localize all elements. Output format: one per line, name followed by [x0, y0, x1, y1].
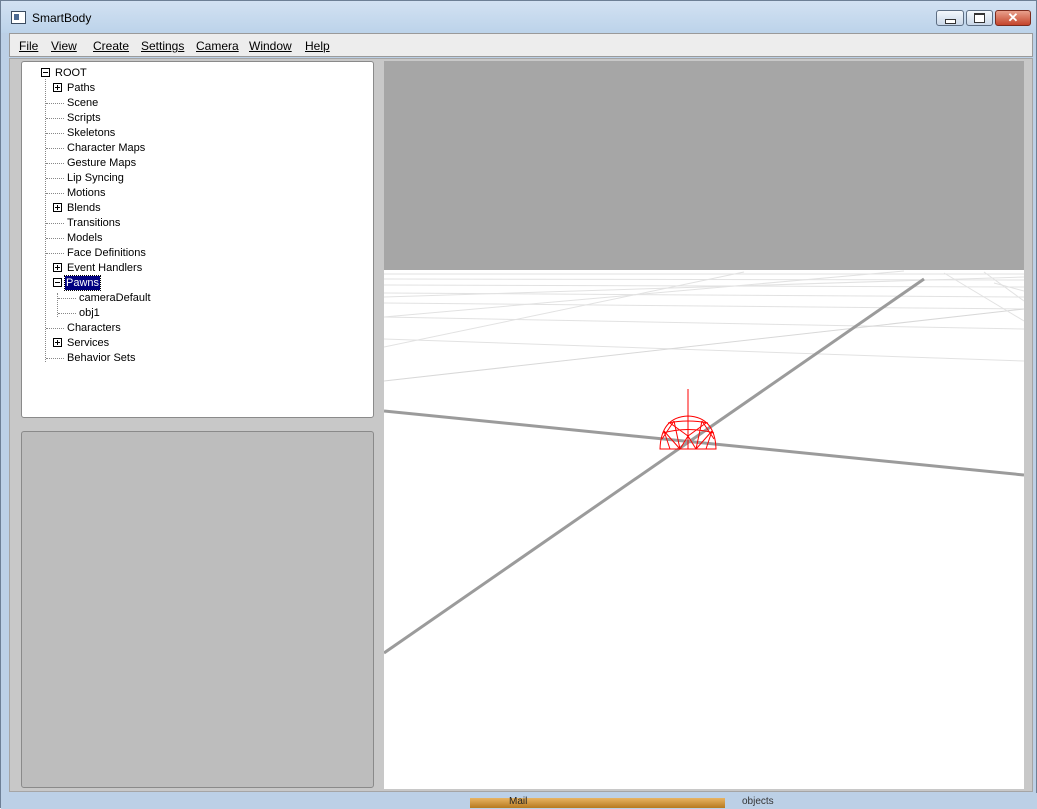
tree-node-event-handlers[interactable]: Event Handlers	[22, 261, 362, 276]
tree-connector	[46, 118, 64, 119]
tree-node-transitions[interactable]: Transitions	[22, 216, 362, 231]
tree-node-pawns[interactable]: Pawns	[22, 275, 362, 291]
tree-node-camera-default[interactable]: cameraDefault	[22, 291, 362, 306]
tree-connector	[46, 253, 64, 254]
desktop-text: objects	[742, 796, 774, 807]
tree-label: Scene	[67, 97, 99, 109]
close-icon: ✕	[1007, 10, 1019, 25]
tree-label: Scripts	[67, 112, 101, 124]
tree-connector	[46, 193, 64, 194]
tree-label: Transitions	[67, 217, 121, 229]
tree-connector	[46, 148, 64, 149]
tree-label: Gesture Maps	[67, 157, 137, 169]
sky-backdrop	[384, 61, 1024, 270]
menu-create[interactable]: Create	[93, 39, 129, 53]
tree-connector	[58, 298, 76, 299]
tree-connector	[46, 238, 64, 239]
tree-label: Skeletons	[67, 127, 116, 139]
tree-connector	[58, 313, 76, 314]
tree-connector	[46, 358, 64, 359]
expand-icon[interactable]	[53, 263, 62, 272]
tree-node-motions[interactable]: Motions	[22, 186, 362, 201]
tree-node-skeletons[interactable]: Skeletons	[22, 126, 362, 141]
tree-label: Behavior Sets	[67, 352, 136, 364]
maximize-icon	[974, 13, 985, 23]
tree-node-gesture-maps[interactable]: Gesture Maps	[22, 156, 362, 171]
tree-label: Event Handlers	[67, 262, 143, 274]
tree-label: Paths	[67, 82, 96, 94]
tree-node-blends[interactable]: Blends	[22, 201, 362, 216]
minimize-icon	[944, 18, 956, 24]
tree-node-lip-syncing[interactable]: Lip Syncing	[22, 171, 362, 186]
tree-label: Blends	[67, 202, 101, 214]
tree-label: Services	[67, 337, 110, 349]
tree-node-scene[interactable]: Scene	[22, 96, 362, 111]
main-client-area: ROOT Paths Scene Scripts Skeletons Chara…	[9, 58, 1033, 792]
tree-label: Face Definitions	[67, 247, 146, 259]
tree-label: Character Maps	[67, 142, 146, 154]
tree-connector	[46, 178, 64, 179]
scene-render	[384, 61, 1024, 789]
menu-view[interactable]: View	[51, 39, 77, 53]
expand-icon[interactable]	[53, 83, 62, 92]
tree-connector	[46, 223, 64, 224]
tree-label: Characters	[67, 322, 121, 334]
taskbar-button-label: Mail	[509, 796, 528, 807]
tree-label: obj1	[79, 307, 100, 319]
properties-panel[interactable]	[21, 431, 374, 788]
close-button[interactable]: ✕	[995, 10, 1031, 26]
tree-label: Models	[67, 232, 103, 244]
tree-node-root[interactable]: ROOT	[22, 66, 362, 81]
tree-connector	[46, 328, 64, 329]
tree-label: cameraDefault	[79, 292, 151, 304]
tree-label: Motions	[67, 187, 106, 199]
title-bar[interactable]: SmartBody ✕	[1, 1, 1036, 33]
tree-node-character-maps[interactable]: Character Maps	[22, 141, 362, 156]
menu-file[interactable]: File	[19, 39, 38, 53]
scene-tree-panel[interactable]: ROOT Paths Scene Scripts Skeletons Chara…	[21, 61, 374, 418]
collapse-icon[interactable]	[53, 278, 62, 287]
tree-node-obj1[interactable]: obj1	[22, 306, 362, 321]
minimize-button[interactable]	[936, 10, 964, 26]
tree-node-behavior-sets[interactable]: Behavior Sets	[22, 351, 362, 366]
window-title: SmartBody	[32, 11, 92, 25]
expand-icon[interactable]	[53, 203, 62, 212]
app-window-icon[interactable]	[11, 11, 26, 24]
tree-label-selected: Pawns	[63, 275, 102, 291]
tree-connector	[46, 163, 64, 164]
tree-label: ROOT	[55, 67, 87, 79]
expand-icon[interactable]	[53, 338, 62, 347]
tree-connector	[46, 103, 64, 104]
tree-node-characters[interactable]: Characters	[22, 321, 362, 336]
menu-camera[interactable]: Camera	[196, 39, 239, 53]
smartbody-window: SmartBody ✕ File View Create Settings Ca…	[0, 0, 1037, 809]
maximize-button[interactable]	[966, 10, 993, 26]
3d-viewport[interactable]	[384, 61, 1024, 789]
tree-label: Lip Syncing	[67, 172, 124, 184]
menu-bar: File View Create Settings Camera Window …	[9, 33, 1033, 57]
tree-node-scripts[interactable]: Scripts	[22, 111, 362, 126]
tree-node-models[interactable]: Models	[22, 231, 362, 246]
collapse-icon[interactable]	[41, 68, 50, 77]
ground-plane	[384, 270, 1024, 789]
tree-node-paths[interactable]: Paths	[22, 81, 362, 96]
tree-node-services[interactable]: Services	[22, 336, 362, 351]
menu-settings[interactable]: Settings	[141, 39, 184, 53]
menu-window[interactable]: Window	[249, 39, 292, 53]
tree-node-face-definitions[interactable]: Face Definitions	[22, 246, 362, 261]
menu-help[interactable]: Help	[305, 39, 330, 53]
tree-connector	[46, 133, 64, 134]
